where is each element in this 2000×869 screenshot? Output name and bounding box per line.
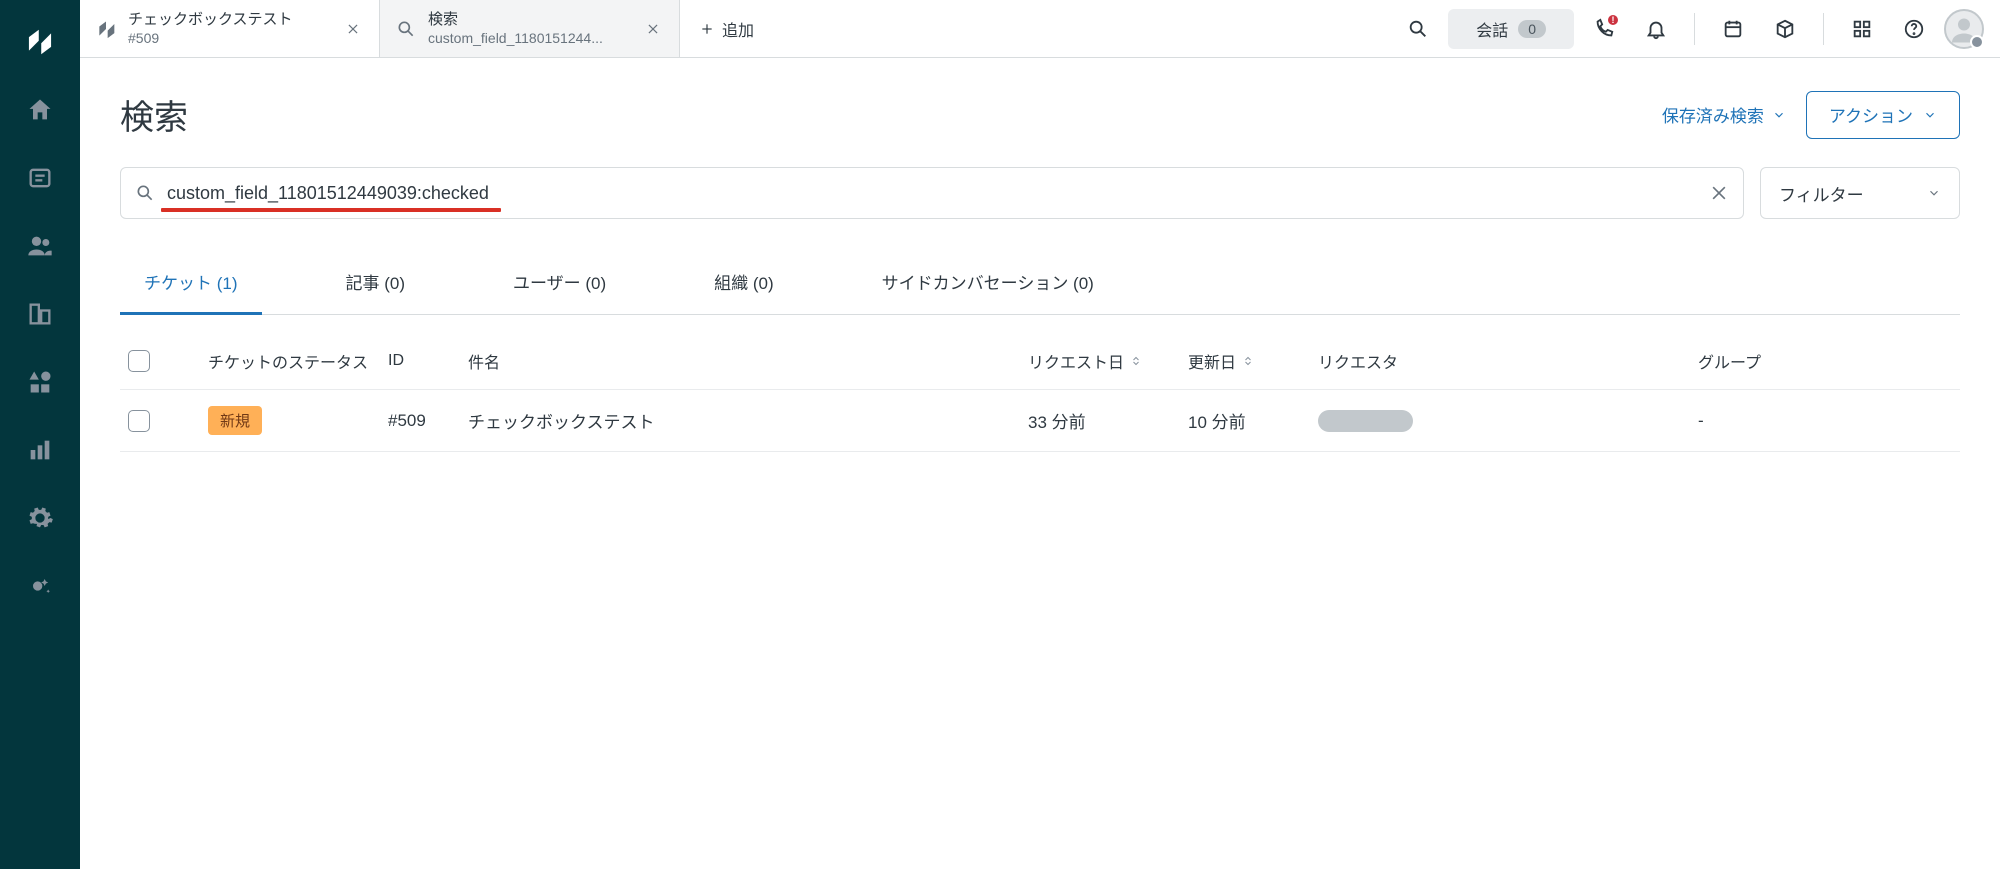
- filter-dropdown[interactable]: フィルター: [1760, 167, 1960, 219]
- saved-search-dropdown[interactable]: 保存済み検索: [1662, 102, 1786, 127]
- tab-users[interactable]: ユーザー (0): [489, 259, 630, 315]
- org-icon[interactable]: [18, 292, 62, 336]
- search-input[interactable]: [167, 183, 1697, 204]
- sort-icon: [1130, 355, 1142, 367]
- brand-logo-icon[interactable]: [18, 20, 62, 64]
- topbar-actions: 会話 0 !: [1396, 0, 2000, 57]
- conversations-label: 会話: [1476, 17, 1508, 41]
- tab-articles[interactable]: 記事 (0): [322, 259, 430, 315]
- col-id[interactable]: ID: [388, 352, 468, 370]
- close-icon[interactable]: [643, 19, 663, 39]
- settings-icon[interactable]: [18, 496, 62, 540]
- saved-search-label: 保存済み検索: [1662, 102, 1764, 127]
- box-icon[interactable]: [1763, 7, 1807, 51]
- table-header: チケットのステータス ID 件名 リクエスト日 更新日 リクエスタ グループ: [120, 333, 1960, 390]
- ticket-icon[interactable]: [18, 156, 62, 200]
- calendar-icon[interactable]: [1711, 7, 1755, 51]
- status-badge: 新規: [208, 406, 262, 435]
- reports-icon[interactable]: [18, 428, 62, 472]
- alert-badge-icon: !: [1606, 13, 1620, 27]
- main-area: チェックボックステスト #509 検索 custom_field_1180151…: [80, 0, 2000, 869]
- tab-orgs[interactable]: 組織 (0): [690, 259, 798, 315]
- help-icon[interactable]: [1892, 7, 1936, 51]
- row-requester-redacted: [1318, 410, 1413, 432]
- tab-side-conversations[interactable]: サイドカンバセーション (0): [858, 259, 1118, 315]
- tab-title: 検索: [428, 10, 631, 30]
- topbar: チェックボックステスト #509 検索 custom_field_1180151…: [80, 0, 2000, 58]
- avatar[interactable]: [1944, 9, 1984, 49]
- divider: [1694, 13, 1695, 45]
- sort-icon: [1242, 355, 1254, 367]
- chevron-down-icon: [1927, 186, 1941, 200]
- row-group: -: [1698, 411, 1952, 431]
- content: 検索 保存済み検索 アクション: [80, 58, 2000, 484]
- col-group[interactable]: グループ: [1698, 349, 1952, 373]
- status-dot-icon: [1970, 35, 1984, 49]
- action-button-label: アクション: [1829, 102, 1913, 127]
- col-requested[interactable]: リクエスト日: [1028, 349, 1188, 373]
- page-title: 検索: [120, 90, 188, 139]
- search-tab-icon: [396, 19, 416, 39]
- filter-label: フィルター: [1779, 181, 1864, 206]
- row-subject: チェックボックステスト: [468, 408, 1028, 433]
- select-all-checkbox[interactable]: [128, 350, 150, 372]
- search-icon: [135, 183, 155, 203]
- search-box[interactable]: [120, 167, 1744, 219]
- tab-sub: #509: [128, 29, 331, 47]
- results-table: チケットのステータス ID 件名 リクエスト日 更新日 リクエスタ グループ 新…: [120, 333, 1960, 452]
- col-status[interactable]: チケットのステータス: [208, 349, 388, 373]
- home-icon[interactable]: [18, 88, 62, 132]
- row-id: #509: [388, 411, 468, 431]
- col-updated[interactable]: 更新日: [1188, 349, 1318, 373]
- search-row: フィルター: [120, 167, 1960, 219]
- tab-title: チェックボックステスト: [128, 10, 331, 30]
- tab-tickets[interactable]: チケット (1): [120, 259, 262, 315]
- action-button[interactable]: アクション: [1806, 91, 1960, 139]
- search-icon[interactable]: [1396, 7, 1440, 51]
- col-subject[interactable]: 件名: [468, 349, 1028, 373]
- chevron-down-icon: [1923, 108, 1937, 122]
- annotation-underline: [161, 208, 501, 212]
- users-icon[interactable]: [18, 224, 62, 268]
- close-icon[interactable]: [343, 19, 363, 39]
- add-tab-button[interactable]: 追加: [680, 0, 774, 57]
- chevron-down-icon: [1772, 108, 1786, 122]
- col-requester[interactable]: リクエスタ: [1318, 349, 1698, 373]
- row-updated: 10 分前: [1188, 408, 1318, 433]
- tab-search[interactable]: 検索 custom_field_1180151244...: [380, 0, 680, 57]
- phone-icon[interactable]: !: [1582, 7, 1626, 51]
- tab-ticket-509[interactable]: チェックボックステスト #509: [80, 0, 380, 57]
- row-checkbox[interactable]: [128, 410, 150, 432]
- tab-sub: custom_field_1180151244...: [428, 29, 631, 47]
- result-tabs: チケット (1) 記事 (0) ユーザー (0) 組織 (0) サイドカンバセー…: [120, 259, 1960, 315]
- divider: [1823, 13, 1824, 45]
- page-header: 検索 保存済み検索 アクション: [120, 90, 1960, 139]
- row-requested: 33 分前: [1028, 408, 1188, 433]
- sparkle-icon[interactable]: [18, 564, 62, 608]
- left-sidebar: [0, 0, 80, 869]
- clear-icon[interactable]: [1709, 183, 1729, 203]
- conversations-button[interactable]: 会話 0: [1448, 9, 1574, 49]
- ticket-tab-icon: [96, 19, 116, 39]
- add-tab-label: 追加: [722, 17, 754, 41]
- bell-icon[interactable]: [1634, 7, 1678, 51]
- conversations-count: 0: [1518, 20, 1546, 38]
- table-row[interactable]: 新規 #509 チェックボックステスト 33 分前 10 分前 -: [120, 390, 1960, 452]
- shapes-icon[interactable]: [18, 360, 62, 404]
- apps-icon[interactable]: [1840, 7, 1884, 51]
